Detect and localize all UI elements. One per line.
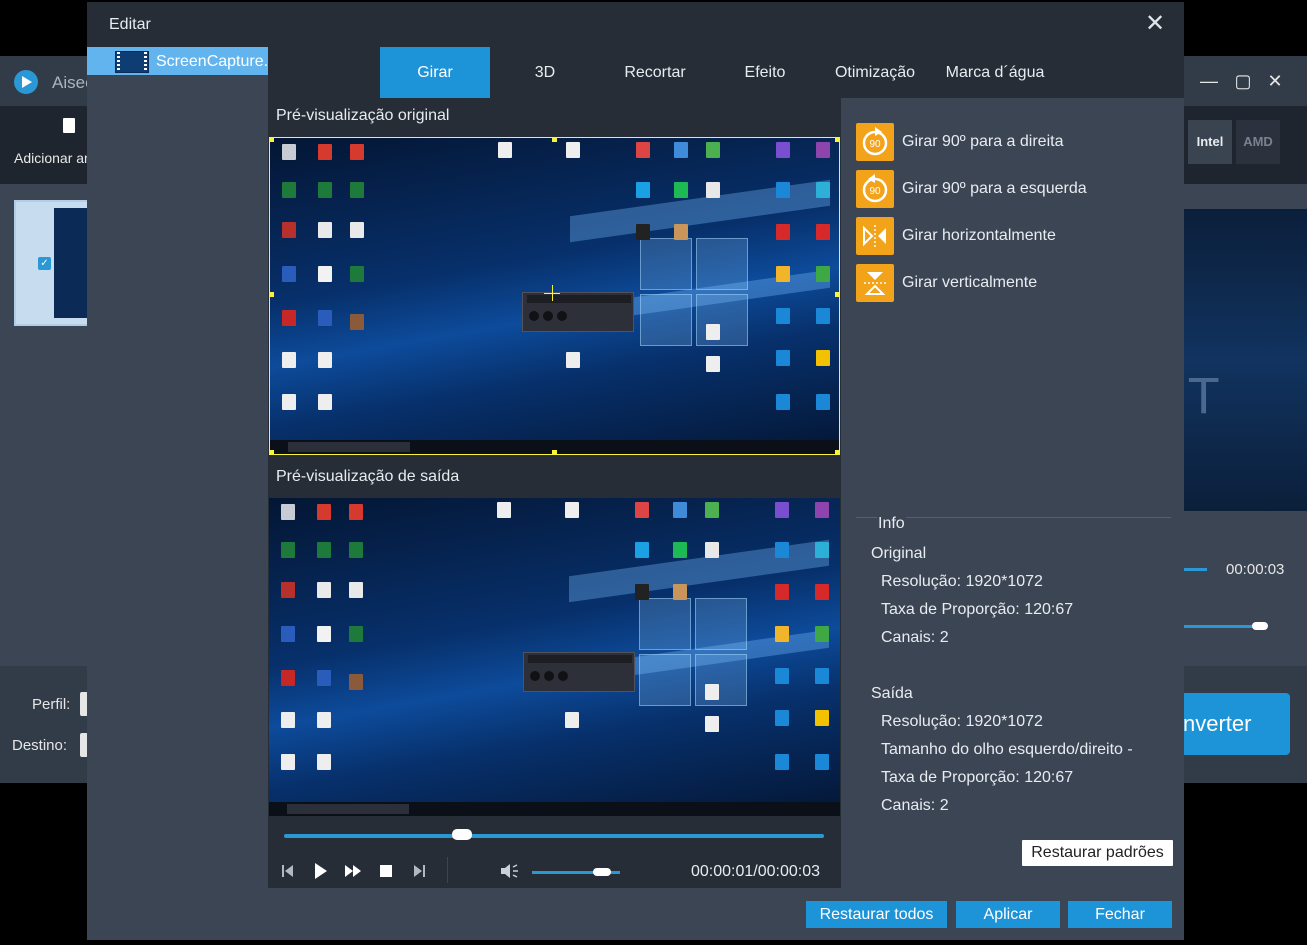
flip-horizontal-label: Girar horizontalmente xyxy=(902,227,1056,244)
app-logo-icon xyxy=(14,70,38,94)
original-preview[interactable] xyxy=(269,137,840,455)
skip-end-icon[interactable] xyxy=(408,860,430,882)
maximize-icon[interactable]: ▢ xyxy=(1232,72,1254,90)
info-output-resolution: Resolução: 1920*1072 xyxy=(881,713,1043,730)
volume-icon[interactable] xyxy=(498,860,520,882)
tab-efeito[interactable]: Efeito xyxy=(710,47,820,98)
sidebar-file-label: ScreenCapture. xyxy=(156,53,269,70)
film-icon xyxy=(115,51,149,73)
windows-logo-output xyxy=(639,598,749,708)
close-button[interactable]: Fechar xyxy=(1068,901,1172,928)
volume-knob[interactable] xyxy=(593,868,612,876)
restore-defaults-button[interactable]: Restaurar padrões xyxy=(1022,840,1173,866)
play-icon[interactable] xyxy=(309,860,331,882)
rotate-left-icon: 90 xyxy=(856,170,894,208)
rotate-right-icon: 90 xyxy=(856,123,894,161)
rotate-left-label: Girar 90º para a esquerda xyxy=(902,180,1087,197)
tab-recortar[interactable]: Recortar xyxy=(600,47,710,98)
output-preview xyxy=(269,498,840,816)
file-checkbox[interactable]: ✓ xyxy=(38,257,51,270)
destination-label: Destino: xyxy=(12,737,68,754)
info-output-channels: Canais: 2 xyxy=(881,797,949,814)
output-preview-label: Pré-visualização de saída xyxy=(276,468,460,485)
info-original-resolution: Resolução: 1920*1072 xyxy=(881,573,1043,590)
convert-button[interactable]: nverter xyxy=(1183,693,1290,755)
restore-all-button[interactable]: Restaurar todos xyxy=(806,901,947,928)
apply-button[interactable]: Aplicar xyxy=(956,901,1060,928)
tab-otimizacao[interactable]: Otimização xyxy=(820,47,930,98)
flip-vertical-label: Girar verticalmente xyxy=(902,274,1038,291)
dialog-title: Editar xyxy=(109,16,151,33)
stop-icon[interactable] xyxy=(375,860,397,882)
player-divider xyxy=(447,857,448,883)
recorder-widget-output xyxy=(523,652,635,692)
seek-bar[interactable] xyxy=(284,834,824,838)
edit-dialog: Editar ✕ ScreenCapture. Girar 3D Recorta… xyxy=(87,2,1184,940)
background-time: 00:00:03 xyxy=(1226,561,1285,578)
dialog-title-bar xyxy=(87,2,1184,47)
info-output-eye-size: Tamanho do olho esquerdo/direito - xyxy=(881,741,1133,758)
info-output-aspect: Taxa de Proporção: 120:67 xyxy=(881,769,1074,786)
recorder-widget xyxy=(522,292,634,332)
sidebar-file-item[interactable]: ScreenCapture. xyxy=(87,47,268,75)
minimize-icon[interactable]: — xyxy=(1198,72,1220,90)
flip-horizontal-icon xyxy=(856,217,894,255)
dialog-footer: Restaurar todos Aplicar Fechar xyxy=(268,888,1184,940)
windows-logo xyxy=(640,238,750,348)
svg-text:90: 90 xyxy=(869,139,881,150)
info-original-heading: Original xyxy=(871,545,927,562)
info-original-aspect: Taxa de Proporção: 120:67 xyxy=(881,601,1074,618)
background-volume-knob[interactable] xyxy=(1252,622,1268,630)
info-output-heading: Saída xyxy=(871,685,913,702)
editor-main: Girar 3D Recortar Efeito Otimização Marc… xyxy=(268,47,1184,940)
window-close-icon[interactable]: ✕ xyxy=(1264,72,1286,90)
flip-vertical-icon xyxy=(856,264,894,302)
original-preview-label: Pré-visualização original xyxy=(276,107,450,124)
background-seek-bar[interactable] xyxy=(1183,568,1207,571)
close-icon[interactable]: ✕ xyxy=(1142,11,1168,37)
skip-start-icon[interactable] xyxy=(277,860,299,882)
file-sidebar: ScreenCapture. xyxy=(87,47,268,940)
player-controls: 00:00:01/00:00:03 xyxy=(268,852,840,888)
seek-knob[interactable] xyxy=(452,829,473,840)
tab-girar[interactable]: Girar xyxy=(380,47,490,98)
editor-tabs: Girar 3D Recortar Efeito Otimização Marc… xyxy=(268,47,1184,98)
add-file-icon[interactable] xyxy=(63,118,75,133)
rotate-right-label: Girar 90º para a direita xyxy=(902,133,1064,150)
fast-forward-icon[interactable] xyxy=(342,860,364,882)
background-preview: T xyxy=(1183,209,1307,511)
info-title: Info xyxy=(877,515,906,533)
output-preview-taskbar xyxy=(269,802,840,816)
profile-label: Perfil: xyxy=(32,696,71,713)
playback-time: 00:00:01/00:00:03 xyxy=(691,863,821,880)
tab-marca-dagua[interactable]: Marca d´água xyxy=(930,47,1060,98)
background-preview-glyph: T xyxy=(1189,369,1219,425)
rotate-panel: 90 Girar 90º para a direita 90 Girar 90º… xyxy=(841,98,1184,888)
svg-text:90: 90 xyxy=(869,186,881,197)
add-files-button[interactable]: Adicionar ar xyxy=(14,150,89,166)
tab-3d[interactable]: 3D xyxy=(490,47,600,98)
amd-chip: AMD xyxy=(1236,120,1280,164)
info-original-channels: Canais: 2 xyxy=(881,629,949,646)
intel-chip: Intel xyxy=(1188,120,1232,164)
